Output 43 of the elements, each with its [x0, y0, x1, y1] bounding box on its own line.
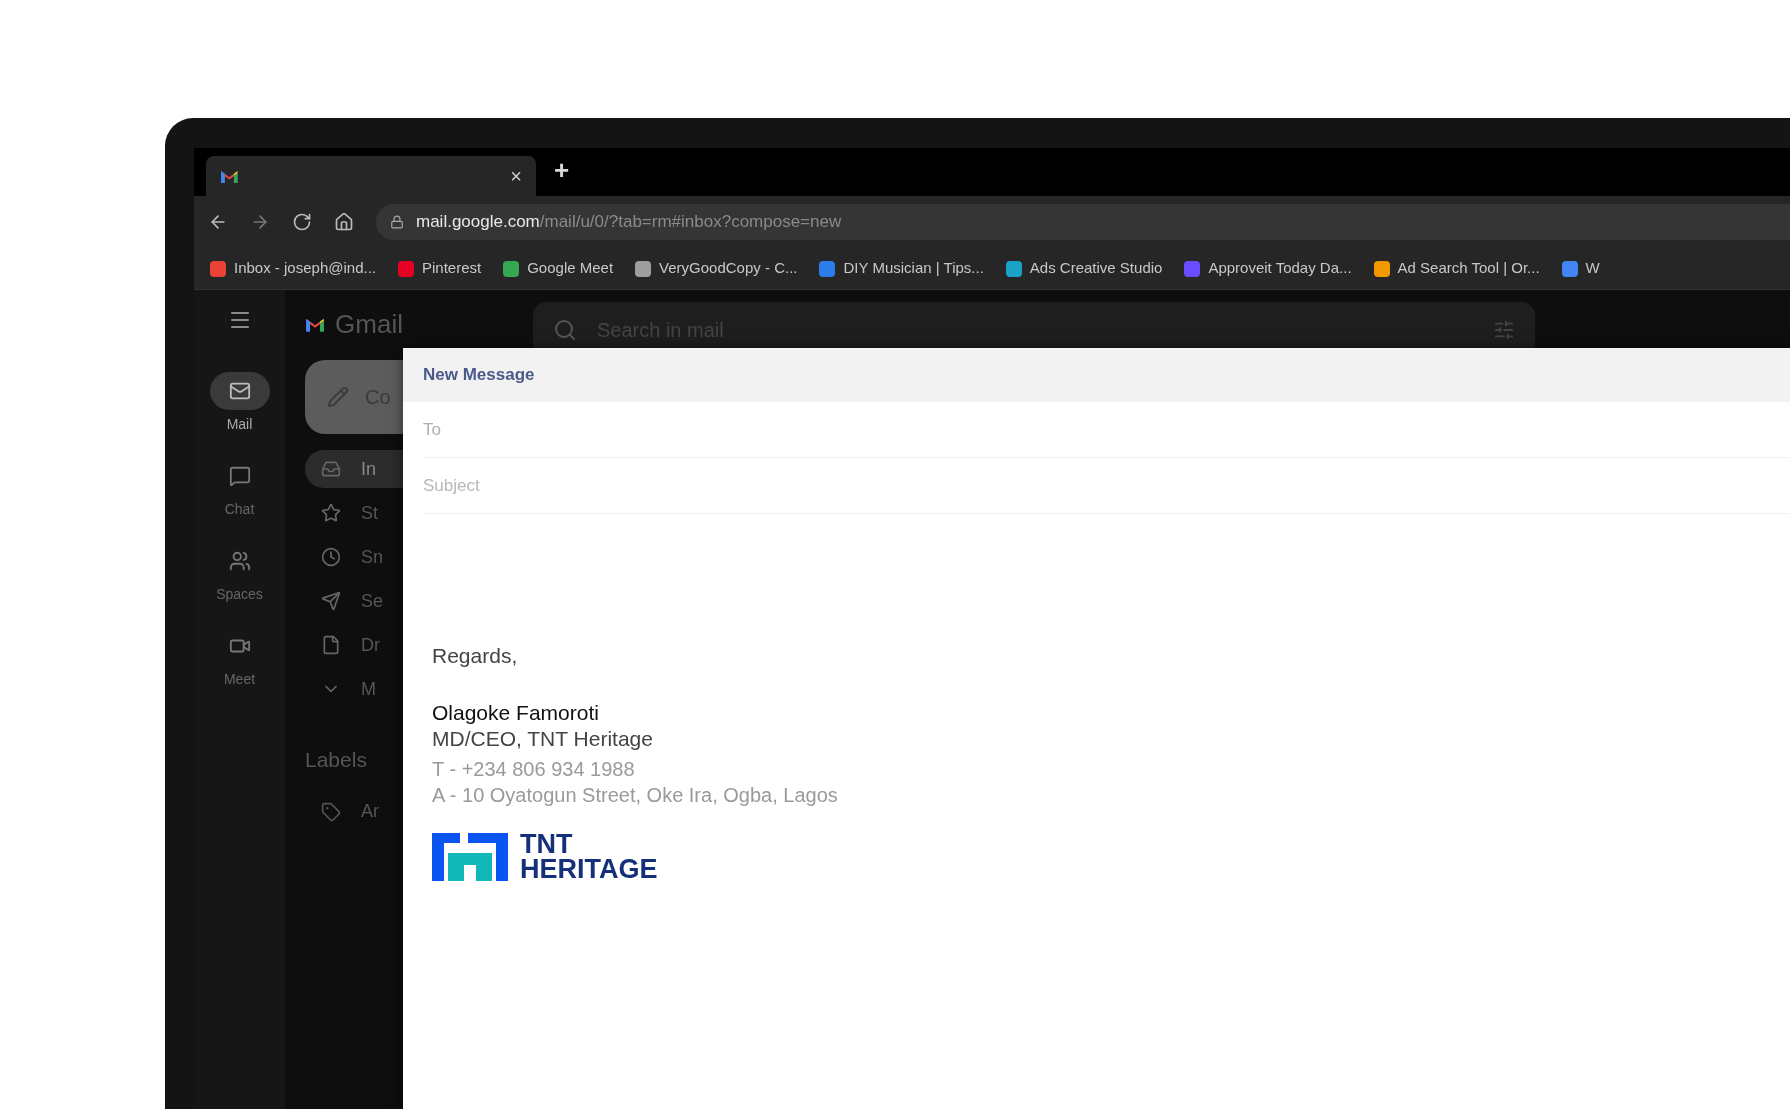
bookmark-item[interactable]: Ads Creative Studio [1005, 257, 1163, 280]
gmail-wordmark: Gmail [335, 307, 403, 341]
signature-role: MD/CEO, TNT Heritage [432, 725, 654, 752]
browser-tab[interactable]: × [206, 156, 536, 196]
bookmark-item[interactable]: W [1561, 257, 1600, 280]
bookmark-item[interactable]: DIY Musician | Tips... [819, 257, 984, 280]
signature-address: A - 10 Oyatogun Street, Oke Ira, Ogba, Lagos [432, 782, 839, 808]
gmail-logo-icon [220, 169, 239, 183]
bookmark-item[interactable]: Approveit Today Da... [1184, 257, 1352, 280]
bookmark-item[interactable]: Google Meet [503, 257, 614, 280]
address-bar[interactable]: mail.google.com/mail/u/0/?tab=rm#inbox?compose=new [376, 204, 1790, 240]
search-icon [553, 318, 577, 342]
signature-phone: T - +234 806 934 1988 [432, 756, 636, 782]
bookmark-item[interactable]: Pinterest [398, 257, 482, 280]
company-logo-icon [432, 832, 508, 881]
chat-icon [228, 465, 251, 487]
subject-field[interactable]: Subject [423, 458, 1790, 514]
labels-heading: Labels [305, 747, 368, 773]
home-icon[interactable] [334, 212, 354, 232]
mail-icon [228, 380, 251, 402]
signature-name: Olagoke Famoroti [432, 699, 600, 726]
tab-close-button[interactable]: × [510, 161, 522, 191]
reload-icon[interactable] [292, 212, 312, 232]
pencil-icon [327, 386, 349, 408]
tag-icon [321, 801, 341, 822]
compose-title: New Message [423, 364, 535, 387]
people-icon [228, 550, 251, 572]
to-field[interactable]: To [423, 402, 1790, 458]
logo-wordmark: HERITAGE [520, 856, 658, 882]
bookmark-item[interactable]: Ad Search Tool | Or... [1373, 257, 1540, 280]
send-icon [321, 591, 341, 611]
file-icon [321, 635, 341, 655]
lock-icon [390, 215, 404, 229]
star-icon [321, 503, 341, 523]
greeting-text: Regards, [432, 643, 519, 669]
new-tab-button[interactable]: + [554, 151, 570, 190]
nav-item[interactable]: In [305, 450, 403, 488]
bookmark-item[interactable]: Inbox - joseph@ind... [210, 257, 376, 280]
bookmark-item[interactable]: VeryGoodCopy - C... [635, 257, 798, 280]
clock-icon [321, 547, 341, 567]
logo-wordmark: TNT [520, 831, 574, 857]
inbox-icon [321, 459, 341, 479]
url-text: mail.google.com/mail/u/0/?tab=rm#inbox?compose=new [416, 211, 842, 234]
